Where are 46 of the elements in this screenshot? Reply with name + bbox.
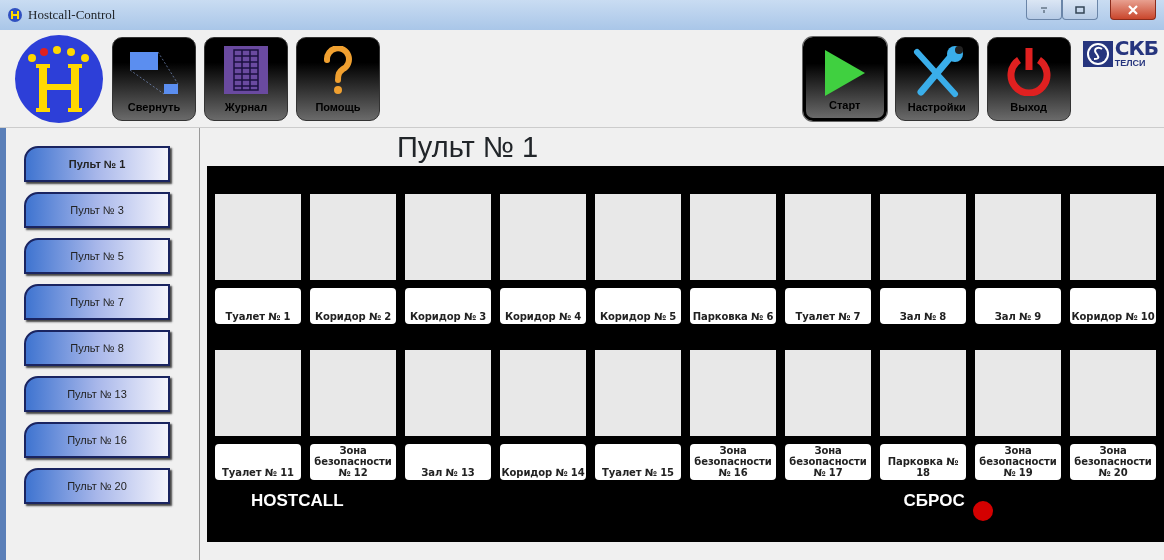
console-heading: Пульт № 1 <box>397 130 540 165</box>
console-tab[interactable]: Пульт № 16 <box>24 422 170 458</box>
console-tab[interactable]: Пульт № 8 <box>24 330 170 366</box>
zone-label: Коридор № 3 <box>405 288 491 324</box>
console-tab[interactable]: Пульт № 7 <box>24 284 170 320</box>
zone-label: Туалет № 1 <box>215 288 301 324</box>
zone-label: Коридор № 5 <box>595 288 681 324</box>
power-icon <box>1004 45 1053 96</box>
console-tab[interactable]: Пульт № 20 <box>24 468 170 504</box>
zone-label: Зона безопасности № 17 <box>785 444 871 480</box>
zone-label: Парковка № 18 <box>880 444 966 480</box>
zone-label: Коридор № 2 <box>310 288 396 324</box>
zone-label: Туалет № 15 <box>595 444 681 480</box>
zone-label: Туалет № 7 <box>785 288 871 324</box>
zone-label: Зона безопасности № 12 <box>310 444 396 480</box>
close-icon <box>1128 4 1138 15</box>
zone-label: Зал № 13 <box>405 444 491 480</box>
zone-label: Зона безопасности № 19 <box>975 444 1061 480</box>
zone-label: Коридор № 14 <box>500 444 586 480</box>
zone-label: Туалет № 11 <box>215 444 301 480</box>
brand-logo-icon <box>1082 38 1113 70</box>
brand-subtitle: ТЕЛСИ <box>1114 58 1147 68</box>
console-tab[interactable]: Пульт № 5 <box>24 238 170 274</box>
app-icon <box>8 8 22 22</box>
zone-label: Зал № 8 <box>880 288 966 324</box>
console-tab[interactable]: Пульт № 13 <box>24 376 170 412</box>
maximize-button[interactable] <box>1062 0 1098 20</box>
zone-label: Коридор № 4 <box>500 288 586 324</box>
brand-name: СКБ <box>1114 38 1158 58</box>
maximize-icon <box>1075 5 1085 14</box>
question-mark-icon <box>323 45 353 96</box>
console-tab[interactable]: Пульт № 1 <box>24 146 170 182</box>
grid-icon <box>224 45 268 94</box>
window-title: Hostcall-Control <box>28 6 116 25</box>
console-tab[interactable]: Пульт № 3 <box>24 192 170 228</box>
play-icon <box>822 47 867 98</box>
zone-label: Коридор № 10 <box>1070 288 1156 324</box>
zone-label: Зона безопасности № 16 <box>690 444 776 480</box>
zone-label: Зона безопасности № 20 <box>1070 444 1156 480</box>
close-button[interactable] <box>1110 0 1156 20</box>
zone-label: Парковка № 6 <box>690 288 776 324</box>
hostcall-label: HOSTCALL <box>251 490 344 512</box>
reset-label: СБРОС <box>903 490 965 512</box>
minimize-button[interactable] <box>1026 0 1062 20</box>
minimize-icon <box>1040 5 1048 14</box>
zone-label: Зал № 9 <box>975 288 1061 324</box>
